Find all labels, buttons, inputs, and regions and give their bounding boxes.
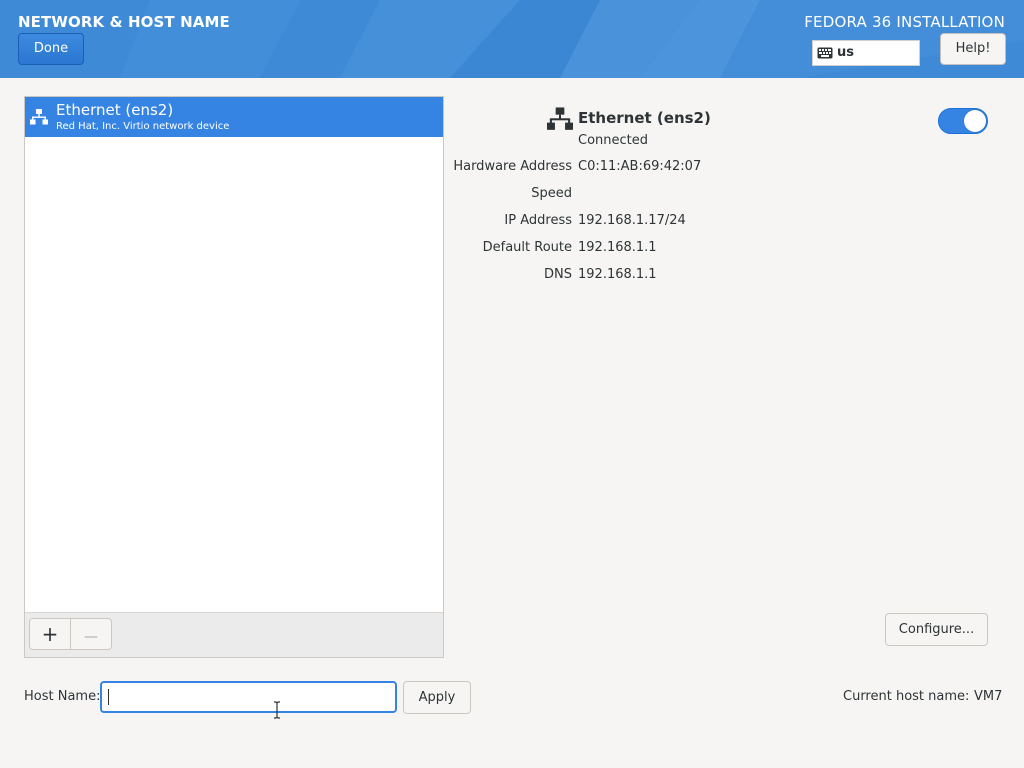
device-enable-toggle[interactable] bbox=[938, 108, 988, 134]
help-button[interactable]: Help! bbox=[940, 33, 1006, 65]
info-value: C0:11:AB:69:42:07 bbox=[578, 159, 702, 174]
apply-button[interactable]: Apply bbox=[403, 681, 471, 714]
header-banner: NETWORK & HOST NAME FEDORA 36 INSTALLATI… bbox=[0, 0, 1024, 78]
device-list-item[interactable]: Ethernet (ens2) Red Hat, Inc. Virtio net… bbox=[25, 97, 443, 137]
info-row-default-route: Default Route 192.168.1.1 bbox=[440, 240, 1000, 260]
info-value: 192.168.1.1 bbox=[578, 267, 657, 282]
network-wired-icon bbox=[30, 109, 48, 125]
minus-icon: — bbox=[84, 629, 98, 645]
keyboard-icon bbox=[817, 47, 833, 59]
info-value: 192.168.1.1 bbox=[578, 240, 657, 255]
remove-device-button[interactable]: — bbox=[70, 618, 112, 650]
banner-background bbox=[120, 0, 1024, 78]
toggle-knob bbox=[964, 110, 986, 132]
info-row-speed: Speed bbox=[440, 186, 1000, 206]
device-description: Red Hat, Inc. Virtio network device bbox=[56, 121, 230, 132]
host-name-input[interactable] bbox=[100, 681, 397, 713]
info-label: Hardware Address bbox=[453, 159, 572, 174]
device-list-panel: Ethernet (ens2) Red Hat, Inc. Virtio net… bbox=[24, 96, 444, 658]
info-row-hardware-address: Hardware Address C0:11:AB:69:42:07 bbox=[440, 159, 1000, 179]
connection-status: Connected bbox=[578, 133, 649, 148]
info-value: 192.168.1.17/24 bbox=[578, 213, 686, 228]
configure-button[interactable]: Configure... bbox=[885, 613, 988, 646]
current-host-name-label: Current host name: bbox=[843, 689, 970, 704]
device-detail-title: Ethernet (ens2) bbox=[578, 109, 711, 127]
device-name: Ethernet (ens2) bbox=[56, 101, 174, 119]
product-title: FEDORA 36 INSTALLATION bbox=[804, 13, 1005, 31]
page-title: NETWORK & HOST NAME bbox=[18, 13, 230, 31]
info-label: Default Route bbox=[482, 240, 572, 255]
info-label: DNS bbox=[544, 267, 572, 282]
info-row-ip-address: IP Address 192.168.1.17/24 bbox=[440, 213, 1000, 233]
device-list-toolbar: + — bbox=[25, 612, 443, 657]
text-caret bbox=[108, 689, 109, 705]
i-beam-cursor-icon bbox=[274, 701, 280, 719]
keyboard-layout-indicator[interactable]: us bbox=[812, 40, 920, 66]
info-label: IP Address bbox=[504, 213, 572, 228]
network-wired-icon bbox=[547, 107, 573, 130]
current-host-name-value: VM7 bbox=[974, 689, 1003, 704]
done-button[interactable]: Done bbox=[18, 33, 84, 65]
info-label: Speed bbox=[531, 186, 572, 201]
host-name-label: Host Name: bbox=[24, 689, 101, 704]
info-row-dns: DNS 192.168.1.1 bbox=[440, 267, 1000, 287]
keyboard-layout-label: us bbox=[837, 45, 854, 60]
add-device-button[interactable]: + bbox=[29, 618, 71, 650]
plus-icon: + bbox=[41, 622, 59, 646]
